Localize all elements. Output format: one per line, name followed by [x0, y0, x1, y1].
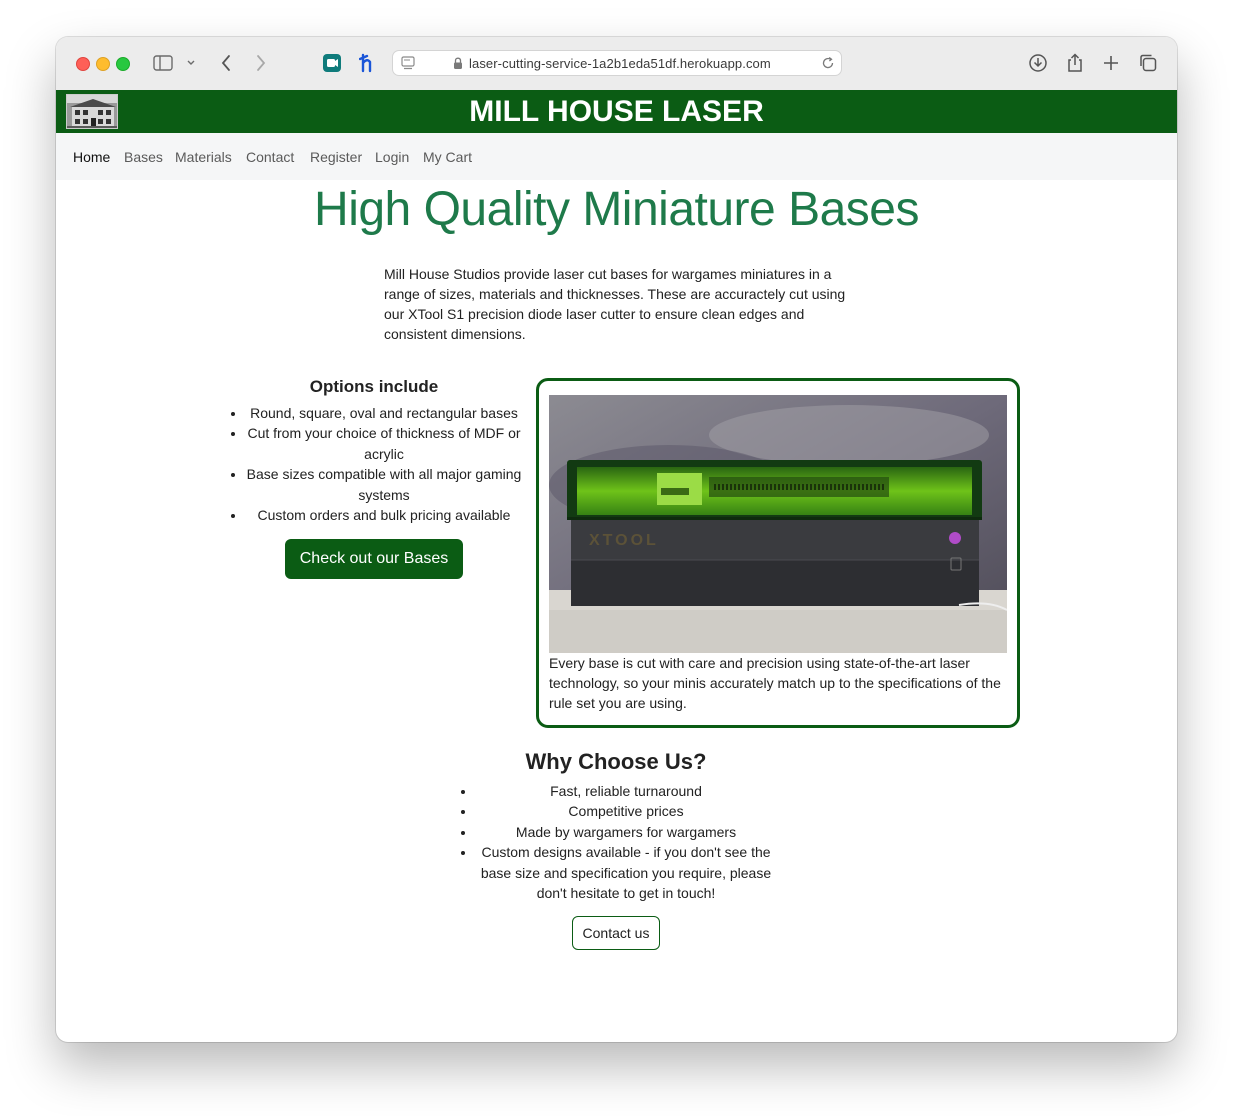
site-title[interactable]: MILL HOUSE LASER	[56, 96, 1122, 128]
svg-text:XTOOL: XTOOL	[589, 532, 659, 549]
options-heading: Options include	[309, 377, 439, 396]
intro-paragraph: Mill House Studios provide laser cut bas…	[384, 266, 846, 342]
url-text[interactable]: laser-cutting-service-1a2b1eda51df.herok…	[469, 56, 771, 71]
sidebar-icon[interactable]	[152, 52, 174, 74]
why-item: Fast, reliable turnaround	[476, 781, 776, 801]
contact-us-button[interactable]: Contact us	[571, 916, 661, 951]
back-icon[interactable]	[216, 52, 236, 74]
why-heading: Why Choose Us?	[525, 749, 707, 774]
nav-login[interactable]: Login	[375, 149, 409, 165]
why-item: Competitive prices	[476, 801, 776, 821]
extension-icon[interactable]	[322, 52, 342, 74]
reload-icon[interactable]	[821, 56, 835, 75]
card-caption: Every base is cut with care and precisio…	[549, 655, 1001, 711]
why-list: Fast, reliable turnaround Competitive pr…	[456, 781, 776, 903]
honey-extension-icon[interactable]	[358, 52, 378, 74]
options-item: Round, square, oval and rectangular base…	[246, 403, 522, 423]
browser-window: laser-cutting-service-1a2b1eda51df.herok…	[56, 37, 1177, 1042]
share-icon[interactable]	[1064, 52, 1086, 74]
hero-title: High Quality Miniature Bases	[314, 183, 919, 236]
zoom-window-button[interactable]	[116, 57, 130, 71]
page-icon[interactable]	[401, 56, 415, 75]
why-item: Made by wargamers for wargamers	[476, 822, 776, 842]
options-section: Options include Round, square, oval and …	[226, 377, 522, 580]
close-window-button[interactable]	[76, 57, 90, 71]
new-tab-icon[interactable]	[1100, 52, 1122, 74]
address-bar[interactable]: laser-cutting-service-1a2b1eda51df.herok…	[392, 50, 842, 76]
why-choose-us-section: Why Choose Us? Fast, reliable turnaround…	[456, 749, 776, 951]
options-item: Base sizes compatible with all major gam…	[246, 464, 522, 505]
tabs-overview-icon[interactable]	[1137, 52, 1159, 74]
chevron-down-icon[interactable]	[185, 52, 197, 74]
laser-cutter-image: XTOOL	[549, 395, 1007, 653]
nav-my-cart[interactable]: My Cart	[423, 149, 472, 165]
lock-icon	[453, 57, 463, 75]
nav-contact[interactable]: Contact	[246, 149, 294, 165]
minimize-window-button[interactable]	[96, 57, 110, 71]
nav-materials[interactable]: Materials	[175, 149, 232, 165]
laser-cutter-card: XTOOL Every base is cut with care and pr…	[536, 378, 1020, 728]
site-header: MILL HOUSE LASER	[56, 90, 1177, 133]
options-item: Cut from your choice of thickness of MDF…	[246, 423, 522, 464]
why-item: Custom designs available - if you don't …	[476, 842, 776, 903]
options-list: Round, square, oval and rectangular base…	[226, 403, 522, 525]
nav-bases[interactable]: Bases	[124, 149, 163, 165]
browser-toolbar: laser-cutting-service-1a2b1eda51df.herok…	[56, 37, 1177, 91]
main-nav: Home Bases Materials Contact Register Lo…	[56, 133, 1177, 180]
check-out-bases-button[interactable]: Check out our Bases	[284, 539, 464, 580]
options-item: Custom orders and bulk pricing available	[246, 505, 522, 525]
download-icon[interactable]	[1027, 52, 1049, 74]
forward-icon[interactable]	[251, 52, 271, 74]
nav-home[interactable]: Home	[73, 149, 110, 165]
nav-register[interactable]: Register	[310, 149, 362, 165]
